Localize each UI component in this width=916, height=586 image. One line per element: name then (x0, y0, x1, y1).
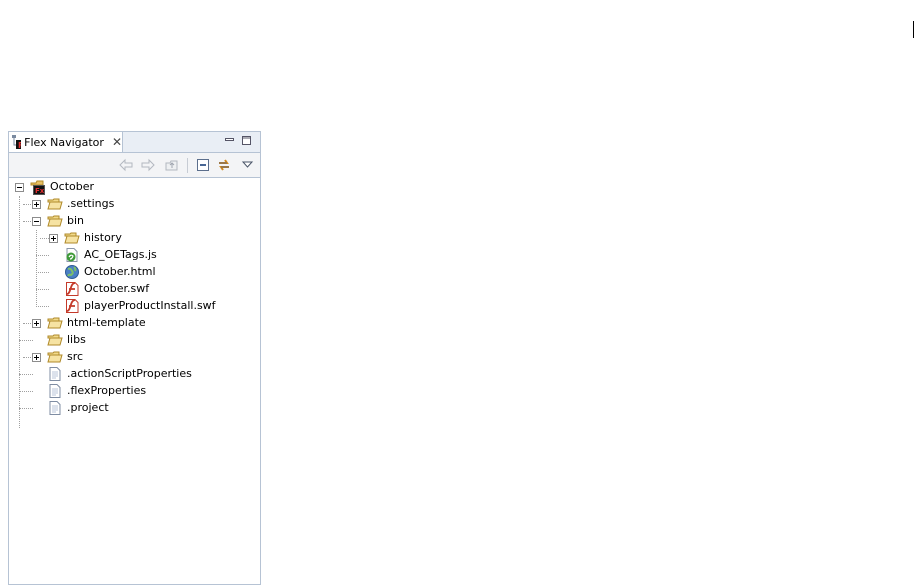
tree-node-october[interactable]: Fx October (30, 178, 94, 195)
tab-title: Flex Navigator (24, 135, 104, 149)
toolbar-separator (187, 158, 188, 173)
folder-icon (47, 215, 63, 226)
tree-connector (19, 391, 33, 392)
tree-node-src[interactable]: src (47, 348, 83, 365)
folder-icon (47, 198, 63, 209)
tree-node-history[interactable]: history (64, 229, 122, 246)
close-icon[interactable]: ✕ (112, 136, 122, 148)
tree-node-html-template[interactable]: html-template (47, 314, 146, 331)
tree-connector (36, 255, 49, 256)
maximize-icon[interactable] (242, 136, 251, 145)
tree-connector (36, 306, 49, 307)
tree-connector (36, 289, 49, 290)
file-icon (49, 383, 61, 398)
tree-connector (36, 230, 37, 307)
up-folder-icon[interactable] (164, 157, 180, 173)
expand-toggle[interactable] (32, 353, 41, 362)
view-menu-icon[interactable] (240, 157, 256, 173)
folder-icon (47, 317, 63, 328)
tree-connector (40, 238, 49, 239)
expand-toggle[interactable] (49, 234, 58, 243)
tree-connector (19, 340, 33, 341)
collapse-toggle[interactable] (32, 217, 41, 226)
svg-text:F: F (18, 141, 21, 150)
tree-node-october-html[interactable]: October.html (64, 263, 156, 280)
window-edge-line (913, 21, 914, 38)
minimize-icon[interactable] (225, 136, 234, 145)
js-file-icon (66, 247, 78, 262)
tree-connector (19, 374, 33, 375)
file-icon (49, 366, 61, 381)
tree-connector (19, 196, 20, 428)
tree-node-settings[interactable]: .settings (47, 195, 114, 212)
expand-toggle[interactable] (32, 200, 41, 209)
collapse-toggle[interactable] (15, 183, 24, 192)
project-tree: Fx October .settings bin history AC_OETa… (9, 178, 260, 583)
file-icon (49, 400, 61, 415)
tree-connector (36, 272, 49, 273)
tree-node-bin[interactable]: bin (47, 212, 84, 229)
folder-icon (47, 351, 63, 362)
swf-file-icon (66, 281, 79, 296)
panel-tab-bar: F Flex Navigator ✕ (9, 132, 260, 153)
flex-navigator-icon: F (12, 135, 22, 150)
tree-node-ac-oetags[interactable]: AC_OETags.js (64, 246, 157, 263)
flex-project-icon: Fx (30, 180, 45, 195)
tree-node-flex-properties[interactable]: .flexProperties (47, 382, 146, 399)
swf-file-icon (66, 298, 79, 313)
tree-node-project[interactable]: .project (47, 399, 109, 416)
collapse-all-icon[interactable] (195, 157, 211, 173)
tree-node-libs[interactable]: libs (47, 331, 86, 348)
back-arrow-icon[interactable] (118, 157, 134, 173)
tree-connector (19, 408, 33, 409)
folder-icon (47, 334, 63, 345)
forward-arrow-icon[interactable] (140, 157, 156, 173)
link-editor-icon[interactable] (216, 157, 232, 173)
navigator-toolbar (9, 153, 260, 178)
tree-node-october-swf[interactable]: October.swf (64, 280, 149, 297)
tab-flex-navigator[interactable]: F Flex Navigator ✕ (9, 132, 123, 152)
flex-navigator-panel: F Flex Navigator ✕ Fx October .settings … (8, 131, 261, 585)
html-file-icon (65, 264, 79, 279)
svg-text:Fx: Fx (35, 187, 45, 195)
tree-node-actionscript-properties[interactable]: .actionScriptProperties (47, 365, 192, 382)
expand-toggle[interactable] (32, 319, 41, 328)
tree-node-player-product-install[interactable]: playerProductInstall.swf (64, 297, 216, 314)
folder-icon (64, 232, 80, 243)
